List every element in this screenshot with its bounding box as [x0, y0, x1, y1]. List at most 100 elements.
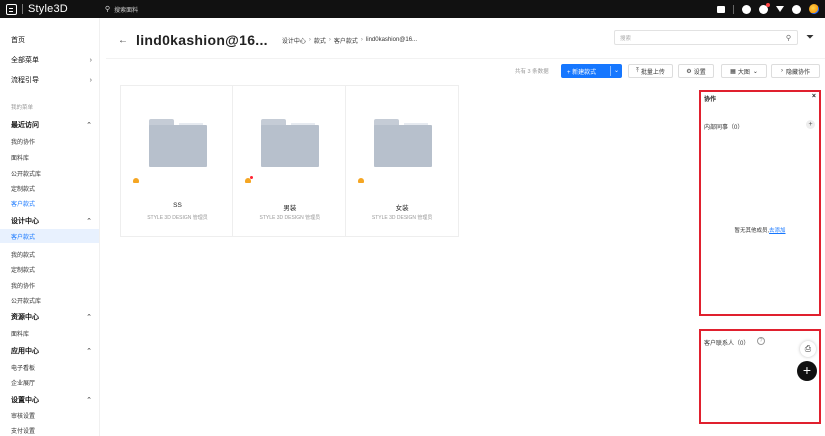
add-member-link[interactable]: 去添加	[769, 228, 786, 234]
sidebar-group-settings[interactable]: 设置中心 ⌃	[11, 395, 100, 405]
sidebar-item[interactable]: 我的款式	[11, 250, 100, 259]
breadcrumb-item[interactable]: 客户款式	[334, 36, 358, 45]
sidebar-group-design[interactable]: 设计中心 ⌃	[11, 216, 100, 226]
bell-icon[interactable]	[245, 176, 254, 184]
sidebar-item[interactable]: 公开款式库	[11, 296, 100, 305]
breadcrumb-separator: ›	[328, 37, 331, 43]
breadcrumb-item[interactable]: 款式	[314, 36, 326, 45]
sidebar-item[interactable]: 公开款式库	[11, 169, 100, 178]
hide-collab-button[interactable]: › 隐藏协作	[771, 64, 820, 78]
sidebar-group-label: 设计中心	[11, 218, 39, 225]
chevron-down-icon: ⌄	[752, 68, 758, 75]
filter-icon[interactable]: ⏷	[806, 32, 817, 43]
top-search[interactable]: ⚲ 搜索面料	[105, 5, 138, 14]
grid-icon: ▦	[730, 68, 736, 75]
sidebar-item[interactable]: 电子看板	[11, 363, 100, 372]
print-icon[interactable]: ⎙	[800, 341, 816, 357]
sidebar-item[interactable]: 面料库	[11, 329, 100, 338]
sidebar-item-customer-style[interactable]: 客户款式	[0, 229, 99, 243]
sidebar-item[interactable]: 支付设置	[11, 426, 100, 435]
sidebar-item-all-menu[interactable]: 全部菜单 ›	[11, 55, 100, 65]
breadcrumb-item-current: lind0kashion@16...	[365, 37, 418, 43]
bell-icon[interactable]	[133, 178, 139, 184]
top-divider	[733, 4, 734, 14]
sidebar-item[interactable]: 我的协作	[11, 137, 100, 146]
add-floating-button[interactable]: +	[797, 361, 817, 381]
sidebar-item[interactable]: 企业展厅	[11, 378, 100, 387]
chevron-right-icon: ›	[89, 76, 92, 84]
collab-panel-title: 协作	[704, 97, 717, 103]
sidebar-caption-my-menu: 我的菜单	[11, 105, 34, 111]
collab-panel: 协作 × 内部同事（0） + 暂无其他成员,去添加	[699, 90, 821, 316]
sidebar-item[interactable]: 面料库	[11, 153, 100, 162]
breadcrumb-item[interactable]: 设计中心	[282, 36, 306, 45]
folder-icon	[373, 119, 432, 167]
page-title: lind0kashion@16...	[136, 32, 268, 48]
top-bar: Style3D ⚲ 搜索面料	[0, 0, 825, 18]
empty-members-text: 暂无其他成员,	[734, 228, 769, 234]
sidebar-group-resource[interactable]: 资源中心 ⌃	[11, 312, 100, 322]
sidebar-group-label: 资源中心	[11, 314, 39, 321]
search-input[interactable]: 搜索 ⚲	[614, 30, 798, 45]
sidebar-item[interactable]: 定制款式	[11, 265, 100, 274]
folder-name: 男装	[283, 205, 297, 212]
sidebar-item[interactable]: 我的协作	[11, 281, 100, 290]
sidebar-item-home[interactable]: 首页	[11, 35, 100, 45]
sidebar-item[interactable]: 审核设置	[11, 411, 100, 420]
bell-icon[interactable]	[357, 178, 364, 184]
folder-card[interactable]: 男装 STYLE 3D DESIGN 管理员	[233, 86, 346, 236]
sidebar-item[interactable]: 定制款式	[11, 184, 100, 193]
batch-upload-button[interactable]: ⤒ 批量上传	[628, 64, 673, 78]
sidebar-group-label: 设置中心	[11, 397, 39, 404]
chevron-up-icon: ⌃	[86, 348, 92, 355]
brand[interactable]: Style3D	[6, 0, 68, 18]
close-icon[interactable]: ×	[812, 93, 816, 100]
folder-card[interactable]: 女装 STYLE 3D DESIGN 管理员	[346, 86, 458, 236]
settings-icon[interactable]	[742, 4, 751, 14]
back-arrow-icon[interactable]: ←	[118, 35, 128, 46]
sidebar-group-recent[interactable]: 最近访问 ⌃	[11, 120, 100, 130]
chevron-up-icon: ⌃	[86, 397, 92, 404]
top-search-placeholder: 搜索面料	[114, 7, 139, 14]
hide-collab-label: 隐藏协作	[785, 69, 810, 76]
settings-label: 设置	[693, 69, 706, 76]
search-icon: ⚲	[104, 6, 111, 13]
unread-dot	[250, 176, 254, 179]
chevron-down-icon[interactable]: ⌄	[614, 67, 619, 74]
folder-owner: STYLE 3D DESIGN 管理员	[259, 215, 321, 221]
chevron-right-icon: ›	[89, 56, 92, 64]
calendar-icon[interactable]	[717, 5, 725, 13]
page-header: ← lind0kashion@16... 设计中心 › 款式 › 客户款式 › lin…	[118, 30, 417, 50]
item-count: 共有 3 条数据	[515, 69, 549, 75]
sidebar-item-label: 流程引导	[11, 77, 39, 84]
customer-contact-title: 客户联系人（0）	[704, 341, 750, 347]
sidebar-item-customer-style-recent[interactable]: 客户款式	[11, 199, 100, 208]
style3d-logo-icon	[6, 3, 17, 15]
notification-icon[interactable]	[759, 2, 770, 14]
add-colleague-button[interactable]: +	[806, 120, 815, 129]
download-icon[interactable]	[776, 6, 784, 12]
sidebar-group-app[interactable]: 应用中心 ⌃	[11, 346, 100, 356]
folder-name: 女装	[395, 205, 409, 212]
folder-icon	[149, 119, 207, 167]
chevron-up-icon: ⌃	[86, 218, 92, 225]
avatar[interactable]	[809, 4, 819, 14]
help-icon[interactable]	[792, 4, 801, 14]
batch-upload-label: 批量上传	[640, 69, 665, 76]
view-mode-select[interactable]: ▦ 大图 ⌄	[721, 64, 767, 78]
sidebar-item-label: 全部菜单	[11, 57, 39, 64]
sidebar-item-process-guide[interactable]: 流程引导 ›	[11, 75, 100, 85]
folder-owner: STYLE 3D DESIGN 管理员	[371, 215, 433, 221]
settings-button[interactable]: ⚙ 设置	[678, 64, 714, 78]
folder-card[interactable]: SS STYLE 3D DESIGN 管理员	[121, 86, 234, 236]
breadcrumb: 设计中心 › 款式 › 客户款式 › lind0kashion@16...	[282, 36, 417, 45]
chevron-right-icon: ›	[780, 68, 783, 74]
brand-separator	[22, 4, 23, 14]
empty-members: 暂无其他成员,去添加	[701, 226, 819, 234]
help-icon[interactable]: ?	[757, 337, 765, 345]
new-style-button[interactable]: + 新建款式 ⌄	[561, 64, 622, 78]
search-icon: ⚲	[785, 34, 791, 42]
button-split	[610, 66, 611, 76]
breadcrumb-separator: ›	[360, 37, 363, 43]
sidebar-item-label: 首页	[11, 37, 25, 44]
